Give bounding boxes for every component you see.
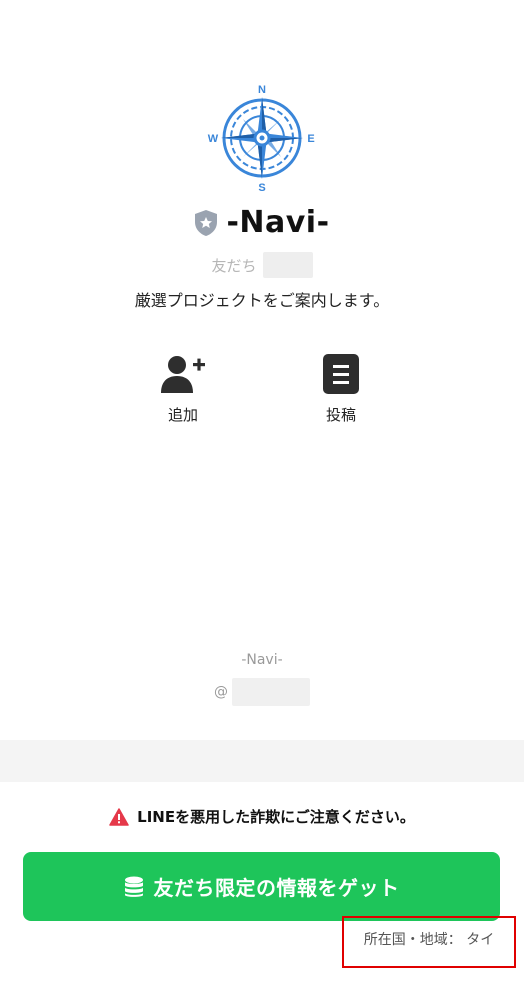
warning-text: LINEを悪用した詐欺にご注意ください。	[137, 808, 415, 826]
cta-label: 友だち限定の情報をゲット	[153, 878, 400, 900]
add-friend-icon	[161, 356, 205, 393]
compass-icon: N S W E	[208, 84, 315, 193]
coins-icon	[124, 876, 143, 897]
add-friend-button[interactable]: 追加	[148, 354, 218, 425]
friends-count-redacted	[262, 252, 313, 278]
post-label: 投稿	[325, 406, 356, 424]
account-id-redacted	[232, 678, 310, 706]
footer-account-name: -Navi-	[241, 652, 283, 668]
compass-letter-s: S	[258, 182, 265, 193]
fraud-warning: LINEを悪用した詐欺にご注意ください。	[0, 806, 524, 830]
friends-count-row: 友だち	[0, 252, 524, 278]
compass-letter-w: W	[208, 133, 219, 145]
post-icon	[323, 354, 359, 394]
profile-title: -Navi-	[0, 205, 524, 249]
get-exclusive-info-button[interactable]: 友だち限定の情報をゲット	[23, 852, 500, 921]
post-button[interactable]: 投稿	[306, 354, 376, 425]
add-friend-label: 追加	[167, 406, 198, 424]
status-message: 厳選プロジェクトをご案内します。	[134, 291, 390, 310]
compass-letter-e: E	[307, 133, 314, 145]
profile-name: -Navi-	[226, 205, 330, 240]
region-text: 所在国・地域： タイ	[363, 932, 495, 948]
shield-badge-icon[interactable]	[194, 209, 218, 237]
id-prefix: @	[214, 684, 228, 700]
section-divider	[0, 740, 524, 782]
friends-label: 友だち	[211, 256, 257, 275]
footer-account-id: @	[0, 678, 524, 706]
compass-letter-n: N	[258, 84, 266, 96]
profile-avatar[interactable]: N S W E	[207, 83, 317, 193]
warning-triangle-icon	[109, 807, 129, 826]
